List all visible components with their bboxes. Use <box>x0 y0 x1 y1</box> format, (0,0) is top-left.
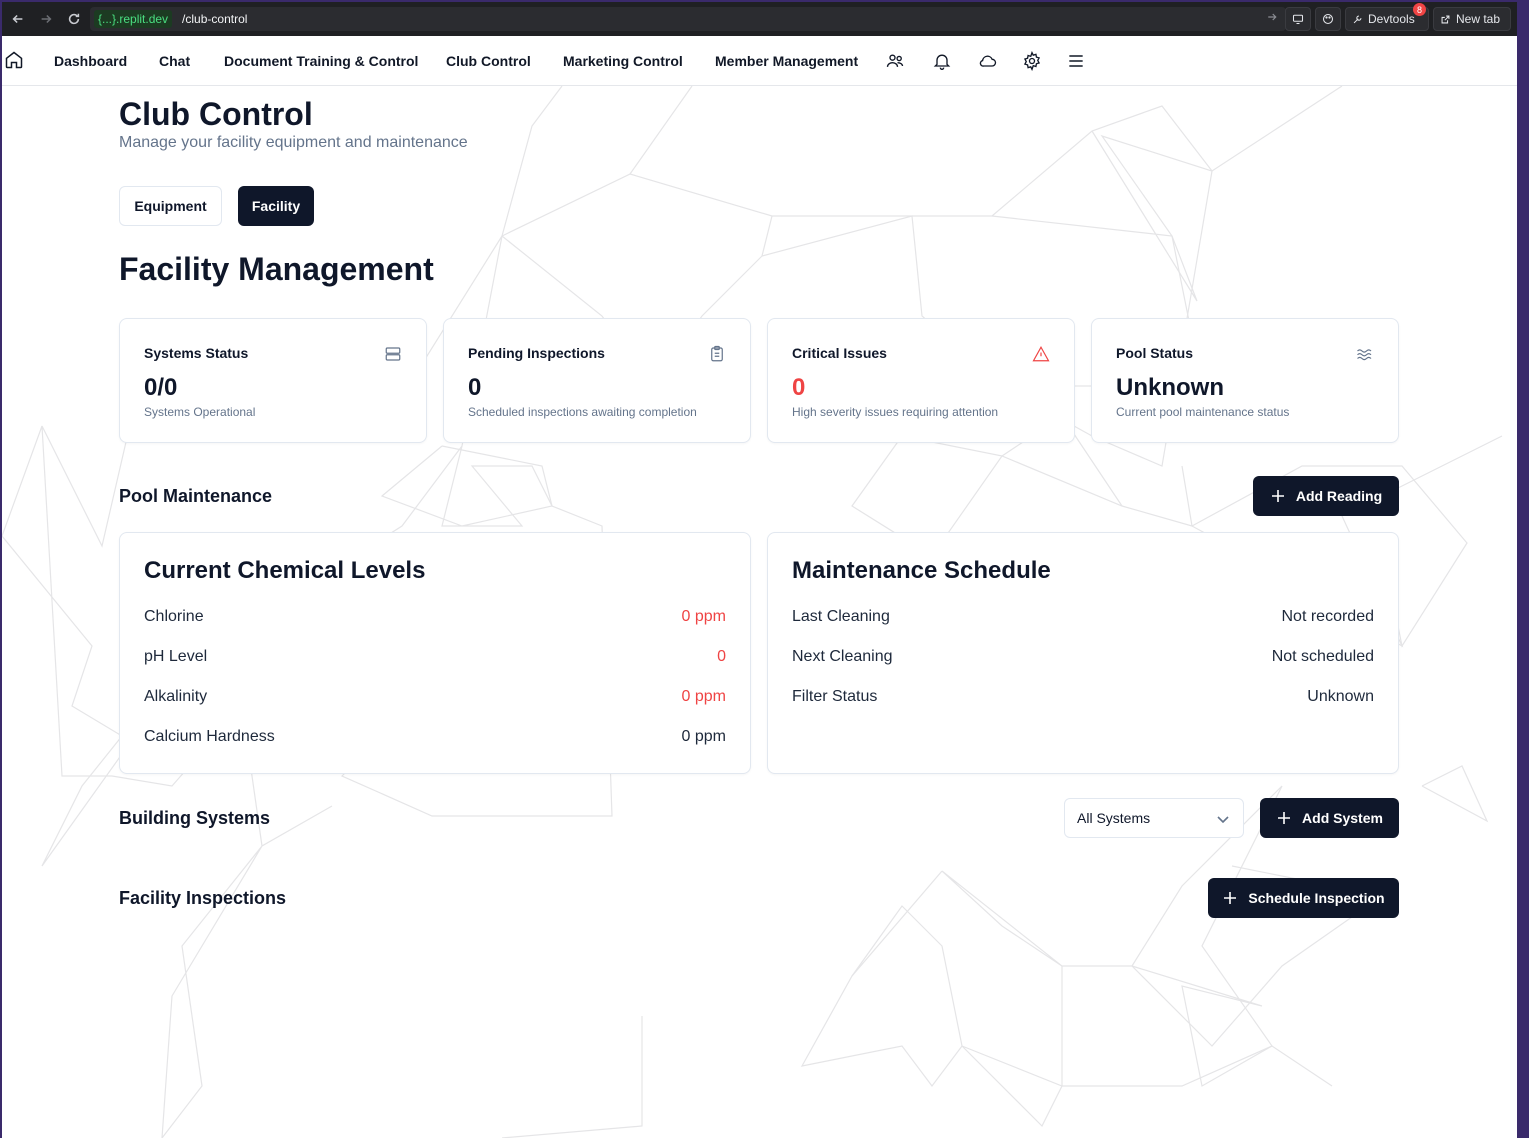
wrench-icon <box>1353 15 1362 23</box>
row-value: 0 ppm <box>681 728 726 745</box>
new-tab-button[interactable]: New tab <box>1433 7 1511 31</box>
row-label: Filter Status <box>792 688 878 705</box>
chemical-levels-panel: Current Chemical Levels Chlorine 0 ppm p… <box>119 532 751 774</box>
clipboard-icon <box>711 345 723 362</box>
add-system-button[interactable]: Add System <box>1260 798 1399 838</box>
external-link-icon <box>1441 15 1450 23</box>
url-bar[interactable]: {...}.replit.dev /club-control <box>90 7 1286 31</box>
devtools-badge: 8 <box>1413 3 1426 16</box>
panel-title: Maintenance Schedule <box>792 557 1051 584</box>
page-subtitle: Manage your facility equipment and maint… <box>119 134 468 151</box>
add-reading-label: Add Reading <box>1295 488 1383 504</box>
chemical-row: Alkalinity 0 ppm <box>144 688 726 710</box>
facility-inspections-title: Facility Inspections <box>119 888 287 908</box>
devtools-label: Devtools <box>1368 12 1415 26</box>
add-reading-button[interactable]: Add Reading <box>1253 476 1399 516</box>
chevron-down-icon <box>1217 816 1229 824</box>
row-label: Alkalinity <box>144 688 208 705</box>
stat-label: Pool Status <box>1116 345 1194 361</box>
pending-inspections-card: Pending Inspections 0 Scheduled inspecti… <box>443 318 751 443</box>
main-content: Club Control Manage your facility equipm… <box>2 86 1517 1138</box>
row-label: Next Cleaning <box>792 648 893 665</box>
plus-icon <box>1224 892 1237 904</box>
url-path: /club-control <box>182 12 248 26</box>
new-tab-label: New tab <box>1456 12 1501 26</box>
nav-marketing-control[interactable]: Marketing Control <box>563 53 683 69</box>
stat-value: 0/0 <box>144 374 178 401</box>
row-label: Last Cleaning <box>792 608 890 625</box>
browser-toolbar: {...}.replit.dev /club-control Devtools … <box>2 2 1517 36</box>
devtools-button[interactable]: Devtools 8 <box>1345 3 1429 31</box>
nav-chat[interactable]: Chat <box>159 53 190 69</box>
stat-value: 0 <box>792 374 806 401</box>
browser-window: {...}.replit.dev /club-control Devtools … <box>2 2 1517 1138</box>
reload-icon[interactable] <box>60 5 88 33</box>
schedule-row: Next Cleaning Not scheduled <box>792 648 1374 670</box>
app-navbar: Dashboard Chat Document Training & Contr… <box>2 36 1517 86</box>
tab-facility[interactable]: Facility <box>238 186 314 226</box>
page-title: Club Control <box>119 96 313 132</box>
building-systems-title: Building Systems <box>119 808 271 828</box>
row-value: Not recorded <box>1281 608 1375 625</box>
stat-description: Scheduled inspections awaiting completio… <box>468 405 697 419</box>
schedule-inspection-label: Schedule Inspection <box>1248 890 1385 906</box>
waves-icon <box>1357 349 1372 361</box>
systems-status-card: Systems Status 0/0 Systems Operational <box>119 318 427 443</box>
server-icon <box>385 347 401 361</box>
panel-title: Current Chemical Levels <box>144 557 426 584</box>
chemical-row: Chlorine 0 ppm <box>144 608 726 630</box>
add-system-label: Add System <box>1302 810 1383 826</box>
screen-icon[interactable] <box>1285 7 1311 31</box>
facility-management-title: Facility Management <box>119 251 434 287</box>
stat-label: Systems Status <box>144 345 249 361</box>
stat-label: Critical Issues <box>792 345 887 361</box>
row-value: 0 <box>717 648 726 665</box>
nav-document-training[interactable]: Document Training & Control <box>224 53 418 69</box>
palette-icon[interactable] <box>1315 7 1341 31</box>
row-value: Unknown <box>1307 688 1374 705</box>
schedule-inspection-button[interactable]: Schedule Inspection <box>1208 878 1399 918</box>
cloud-icon[interactable] <box>978 51 998 71</box>
row-value: 0 ppm <box>681 608 726 625</box>
url-domain: {...}.replit.dev <box>94 10 173 28</box>
back-icon[interactable] <box>4 5 32 33</box>
schedule-row: Filter Status Unknown <box>792 688 1374 710</box>
stat-description: High severity issues requiring attention <box>792 405 999 419</box>
row-value: Not scheduled <box>1271 648 1374 665</box>
schedule-row: Last Cleaning Not recorded <box>792 608 1374 630</box>
stat-description: Systems Operational <box>144 405 256 419</box>
chemical-row: Calcium Hardness 0 ppm <box>144 728 726 750</box>
stat-label: Pending Inspections <box>468 345 605 361</box>
bell-icon[interactable] <box>932 51 952 71</box>
stat-value: Unknown <box>1116 374 1224 401</box>
row-value: 0 ppm <box>681 688 726 705</box>
systems-filter-select[interactable]: All Systems <box>1064 798 1244 838</box>
maintenance-schedule-panel: Maintenance Schedule Last Cleaning Not r… <box>767 532 1399 774</box>
chemical-row: pH Level 0 <box>144 648 726 670</box>
alert-triangle-icon <box>1032 346 1050 362</box>
stat-description: Current pool maintenance status <box>1116 405 1290 419</box>
critical-issues-card: Critical Issues 0 High severity issues r… <box>767 318 1075 443</box>
nav-dashboard[interactable]: Dashboard <box>54 53 127 69</box>
gear-icon[interactable] <box>1022 51 1042 71</box>
select-value: All Systems <box>1077 810 1151 826</box>
plus-icon <box>1278 812 1291 824</box>
menu-icon[interactable] <box>1066 51 1086 71</box>
tab-equipment[interactable]: Equipment <box>119 186 222 226</box>
home-icon[interactable] <box>4 50 24 70</box>
pool-maintenance-title: Pool Maintenance <box>119 486 273 506</box>
url-go-icon[interactable] <box>1266 11 1278 26</box>
row-label: Calcium Hardness <box>144 728 275 745</box>
row-label: Chlorine <box>144 608 204 625</box>
pool-status-card: Pool Status Unknown Current pool mainten… <box>1091 318 1399 443</box>
forward-icon[interactable] <box>32 5 60 33</box>
plus-icon <box>1271 490 1284 502</box>
nav-member-management[interactable]: Member Management <box>715 53 858 69</box>
nav-club-control[interactable]: Club Control <box>446 53 531 69</box>
stat-value: 0 <box>468 374 482 401</box>
users-icon[interactable] <box>885 51 905 71</box>
row-label: pH Level <box>144 648 208 665</box>
